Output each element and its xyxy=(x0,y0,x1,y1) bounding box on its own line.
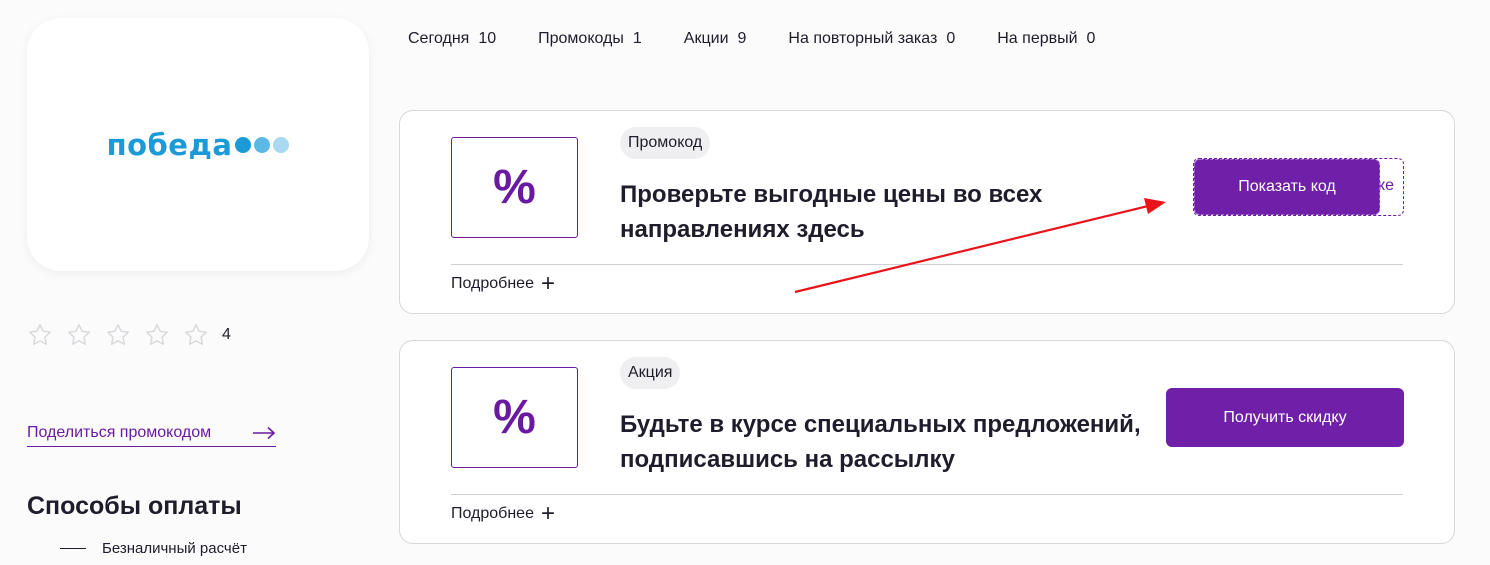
tab-count: 0 xyxy=(1086,30,1096,47)
offer-card-promotion: % Акция Будьте в курсе специальных предл… xyxy=(399,340,1455,544)
offer-type-badge: Промокод xyxy=(620,127,711,159)
tab-label: Акции xyxy=(683,30,729,47)
tab-label: Промокоды xyxy=(538,30,624,47)
tab-today[interactable]: Сегодня 10 xyxy=(408,30,496,48)
logo-dot-3 xyxy=(273,136,290,153)
plus-icon: + xyxy=(540,500,555,527)
more-details-toggle[interactable]: Подробнее + xyxy=(451,500,555,527)
percent-icon: % xyxy=(451,367,578,468)
percent-icon: % xyxy=(451,137,578,238)
offer-title: Будьте в курсе специальных предложений, … xyxy=(620,411,1141,473)
tab-count: 9 xyxy=(737,30,747,47)
card-divider xyxy=(451,494,1403,495)
tab-promocodes[interactable]: Промокоды 1 xyxy=(538,30,642,48)
plus-icon: + xyxy=(540,270,555,297)
payment-method-label: Безналичный расчёт xyxy=(102,540,247,557)
show-code-button[interactable]: Показать код xyxy=(1194,159,1380,215)
logo-dot-2 xyxy=(254,136,271,153)
card-divider xyxy=(451,264,1403,265)
more-details-toggle[interactable]: Подробнее + xyxy=(451,270,555,297)
tab-count: 1 xyxy=(632,30,642,47)
payment-method-item: Безналичный расчёт xyxy=(60,540,247,557)
star-icon[interactable] xyxy=(183,320,222,350)
tab-repeat-order[interactable]: На повторный заказ 0 xyxy=(788,30,955,48)
tab-count: 10 xyxy=(478,30,497,47)
more-details-label: Подробнее xyxy=(451,505,534,522)
payment-methods-title: Способы оплаты xyxy=(27,492,242,520)
star-icon[interactable] xyxy=(105,320,144,350)
get-discount-button[interactable]: Получить скидку xyxy=(1166,388,1404,447)
brand-logo: победа xyxy=(107,128,290,162)
arrow-right-icon xyxy=(253,426,276,440)
logo-dot-1 xyxy=(235,136,252,153)
tab-first-order[interactable]: На первый 0 xyxy=(997,30,1095,48)
star-icon[interactable] xyxy=(144,320,183,350)
brand-logo-card: победа xyxy=(27,18,369,271)
rating-count: 4 xyxy=(222,326,231,343)
star-icon[interactable] xyxy=(27,320,66,350)
list-dash xyxy=(60,548,86,549)
tab-label: На первый xyxy=(997,30,1078,47)
tab-label: Сегодня xyxy=(408,30,470,47)
offer-title: Проверьте выгодные цены во всех направле… xyxy=(620,181,1043,243)
offer-type-badge: Акция xyxy=(620,357,681,389)
tab-promotions[interactable]: Акции 9 xyxy=(684,30,747,48)
offer-filter-tabs: Сегодня 10 Промокоды 1 Акции 9 На повтор… xyxy=(408,30,1137,48)
promo-code-hidden-text: ке xyxy=(1377,177,1394,194)
more-details-label: Подробнее xyxy=(451,275,534,292)
promo-code-reveal[interactable]: ке Показать код xyxy=(1193,158,1404,216)
tab-label: На повторный заказ xyxy=(788,30,938,47)
rating: 4 xyxy=(27,320,231,350)
star-icon[interactable] xyxy=(66,320,105,350)
tab-count: 0 xyxy=(946,30,956,47)
offer-card-promocode: % Промокод Проверьте выгодные цены во вс… xyxy=(399,110,1455,314)
brand-logo-text: победа xyxy=(106,127,233,162)
share-promocode-label: Поделиться промокодом xyxy=(27,424,212,441)
share-promocode-link[interactable]: Поделиться промокодом xyxy=(27,424,276,447)
